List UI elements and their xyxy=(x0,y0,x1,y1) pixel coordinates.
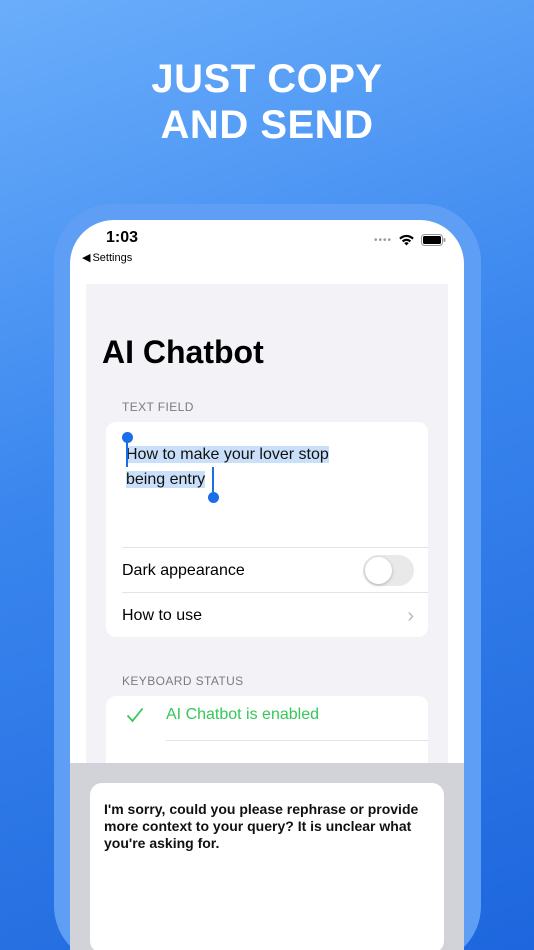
text-field-card: How to make your lover stop being entry … xyxy=(106,422,428,637)
headline-line-2: AND SEND xyxy=(160,103,374,147)
keyboard-area: I'm sorry, could you please rephrase or … xyxy=(70,763,464,950)
how-to-use-row[interactable]: How to use › xyxy=(122,593,428,638)
page-title: AI Chatbot xyxy=(102,334,264,370)
selection-end-caret xyxy=(212,467,214,492)
headline-line-1: JUST COPY xyxy=(151,57,383,101)
ai-reply-card[interactable]: I'm sorry, could you please rephrase or … xyxy=(90,783,444,950)
phone-screen: 1:03 •••• ◀ Settings AI Chatbot TEXT FIE… xyxy=(70,220,464,950)
prompt-line-2: being entry xyxy=(126,471,206,488)
prompt-text-field[interactable]: How to make your lover stop being entry xyxy=(126,442,408,492)
chevron-right-icon: › xyxy=(407,604,414,627)
signal-dots-icon: •••• xyxy=(373,234,392,246)
keyboard-status-row: AI Chatbot is enabled xyxy=(126,706,319,724)
settings-content: AI Chatbot TEXT FIELD How to make your l… xyxy=(86,284,448,764)
battery-icon xyxy=(421,234,446,246)
back-to-settings-link[interactable]: ◀ Settings xyxy=(82,251,133,265)
ai-reply-text: I'm sorry, could you please rephrase or … xyxy=(104,801,419,851)
keyboard-status-text: AI Chatbot is enabled xyxy=(166,706,319,723)
wifi-icon xyxy=(399,234,414,246)
promo-headline: JUST COPY AND SEND xyxy=(0,56,534,148)
selection-end-handle[interactable] xyxy=(208,492,219,503)
dark-appearance-row: Dark appearance xyxy=(122,548,428,593)
text-field-section-label: TEXT FIELD xyxy=(122,400,194,414)
row-divider xyxy=(166,740,428,741)
checkmark-icon xyxy=(126,707,144,723)
back-arrow-icon: ◀ xyxy=(82,252,91,264)
toggle-knob xyxy=(365,557,392,584)
dark-appearance-toggle[interactable] xyxy=(363,555,414,586)
back-link-label: Settings xyxy=(92,251,133,264)
status-time: 1:03 xyxy=(106,229,139,246)
how-to-use-label: How to use xyxy=(122,606,203,624)
keyboard-status-section-label: KEYBOARD STATUS xyxy=(122,674,244,688)
keyboard-status-card: AI Chatbot is enabled xyxy=(106,696,428,764)
dark-appearance-label: Dark appearance xyxy=(122,561,245,579)
status-icons: •••• xyxy=(374,234,446,246)
selection-start-caret xyxy=(126,442,128,467)
prompt-line-1: How to make your lover stop xyxy=(126,446,329,463)
